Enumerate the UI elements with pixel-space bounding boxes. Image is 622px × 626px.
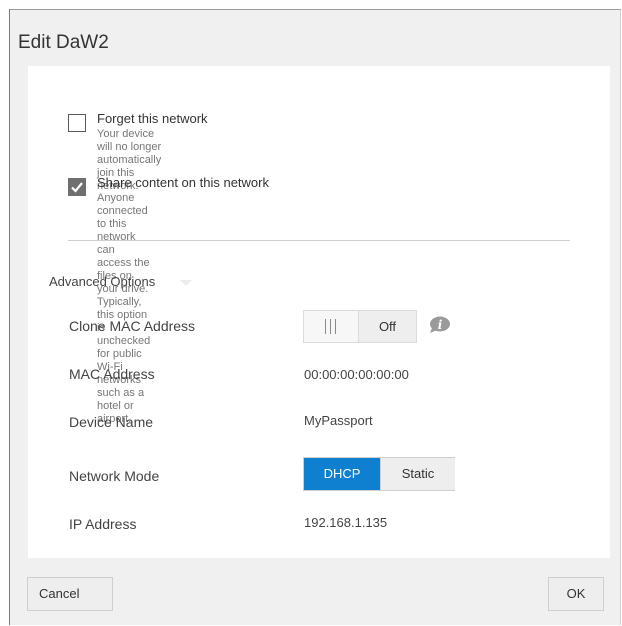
device-name-label: Device Name	[69, 414, 154, 430]
edit-network-dialog: Edit DaW2 Forget this network Your devic…	[9, 9, 621, 625]
forget-network-checkbox[interactable]	[68, 114, 86, 132]
info-speech-bubble-icon: i	[430, 316, 450, 333]
clone-mac-label: Clone MAC Address	[69, 318, 196, 334]
mac-address-value: 00:00:00:00:00:00	[304, 367, 409, 382]
toggle-state-label: Off	[378, 319, 397, 334]
network-mode-static[interactable]: Static	[380, 458, 455, 490]
section-divider	[68, 240, 570, 241]
checkmark-icon	[71, 182, 83, 193]
ip-address-value: 192.168.1.135	[304, 515, 388, 530]
ip-address-label: IP Address	[69, 516, 137, 532]
network-mode-selector: DHCP Static	[303, 457, 455, 491]
chevron-down-icon[interactable]	[180, 280, 192, 286]
grip-line	[335, 319, 336, 334]
device-name-value: MyPassport	[304, 413, 373, 428]
toggle-handle[interactable]	[304, 311, 359, 342]
share-content-description-line1: Anyone connected to this network can acc…	[97, 192, 150, 334]
dialog-content: Forget this network Your device will no …	[28, 66, 610, 558]
share-content-label[interactable]: Share content on this network	[97, 175, 269, 190]
clone-mac-toggle[interactable]: Off	[303, 310, 417, 343]
cancel-button[interactable]: Cancel	[27, 577, 113, 611]
ok-button[interactable]: OK	[548, 577, 604, 611]
network-mode-label: Network Mode	[69, 468, 160, 484]
info-icon[interactable]: i	[429, 316, 451, 339]
network-mode-dhcp[interactable]: DHCP	[304, 458, 380, 490]
mac-address-label: MAC Address	[69, 366, 155, 382]
share-content-description: Anyone connected to this network can acc…	[97, 192, 150, 426]
forget-network-label[interactable]: Forget this network	[97, 111, 208, 126]
grip-line	[325, 319, 326, 334]
advanced-options-toggle[interactable]: Advanced Options	[49, 274, 155, 289]
grip-line	[330, 319, 331, 334]
dialog-title: Edit DaW2	[18, 32, 109, 53]
share-content-checkbox[interactable]	[68, 178, 86, 196]
svg-text:i: i	[438, 318, 443, 332]
